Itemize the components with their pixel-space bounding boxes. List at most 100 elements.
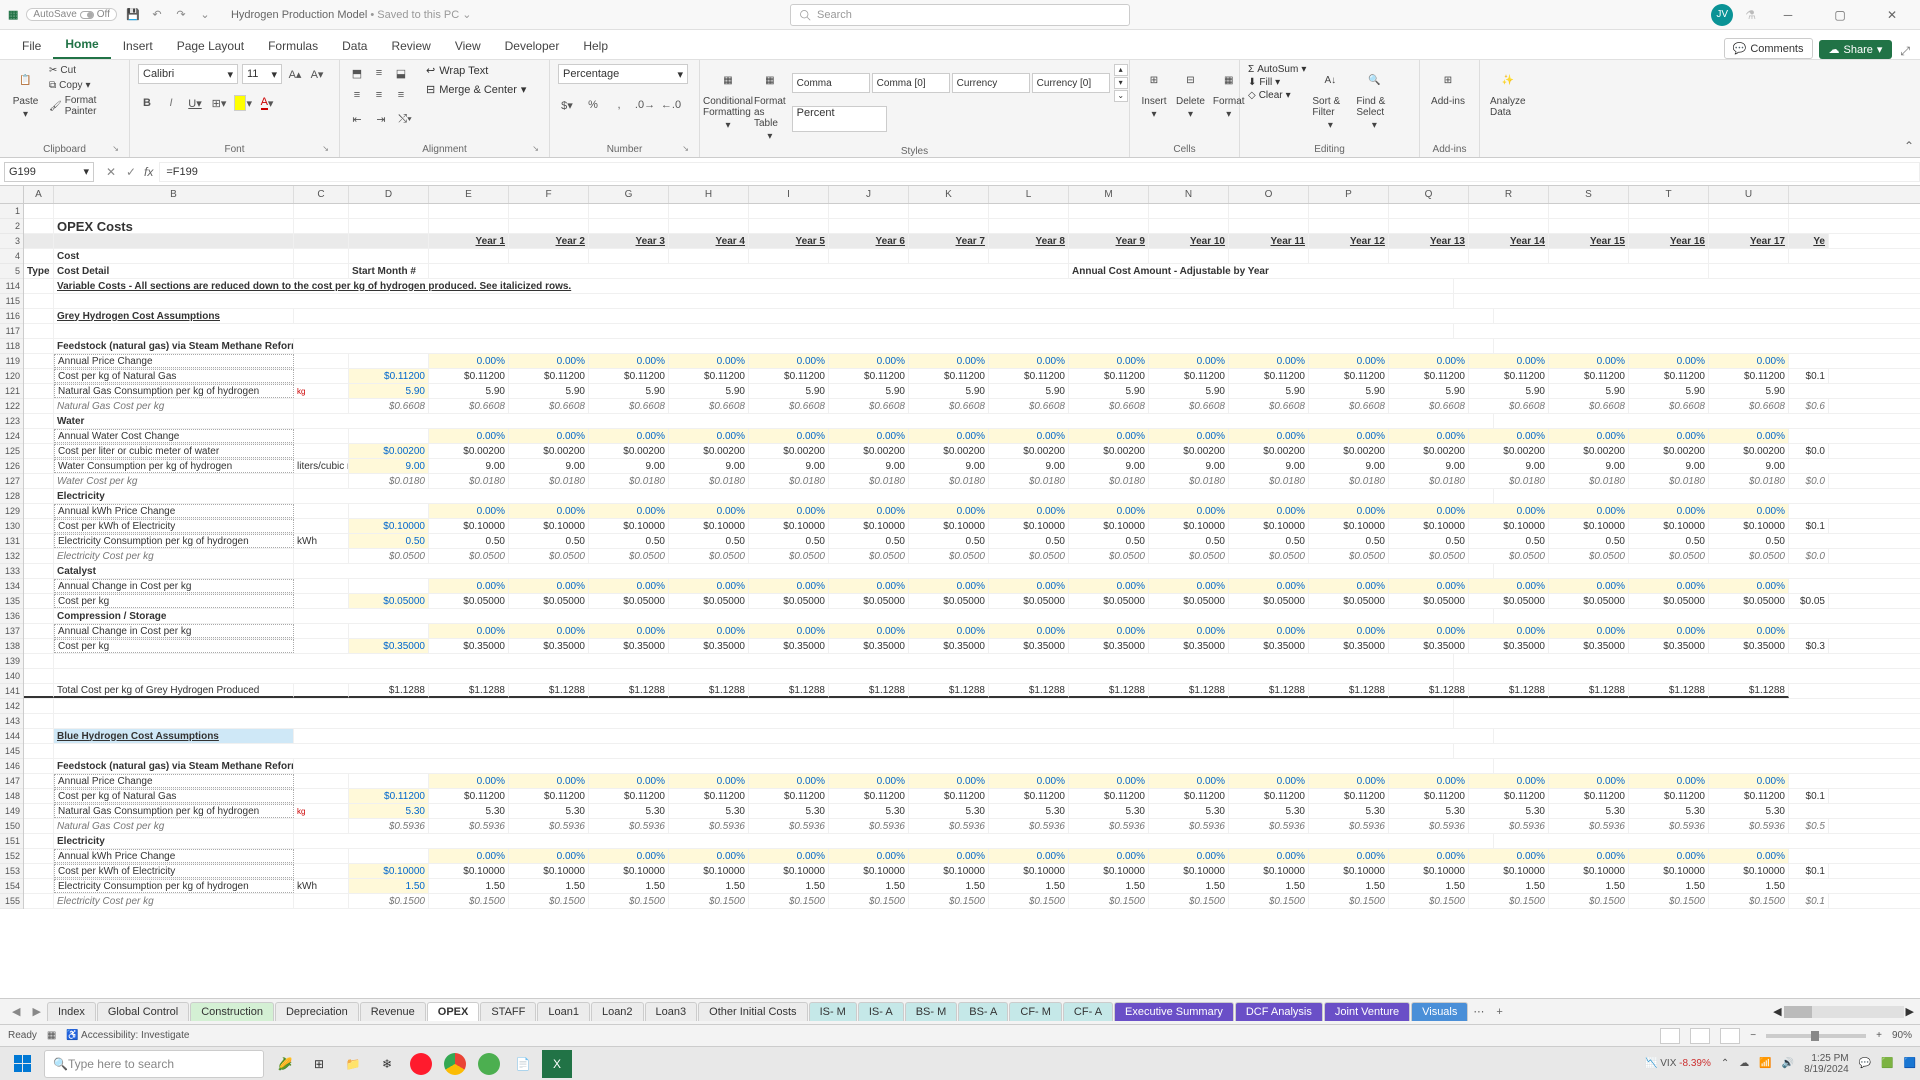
data-cell[interactable]: 0.50 (1309, 534, 1389, 548)
decrease-indent-icon[interactable]: ⇤ (348, 110, 366, 128)
excel-taskbar-icon[interactable]: X (542, 1050, 572, 1078)
data-cell[interactable]: 0.00% (1229, 579, 1309, 593)
input-cell[interactable]: $0.05000 (349, 594, 429, 608)
data-cell[interactable]: $0.0500 (1629, 549, 1709, 563)
cell[interactable] (989, 219, 1069, 233)
row-header-2[interactable]: 2 (0, 219, 23, 234)
font-size-select[interactable]: 11▾ (242, 64, 282, 84)
data-cell[interactable]: $0.6608 (1389, 399, 1469, 413)
cell[interactable] (749, 219, 829, 233)
data-cell[interactable]: 0.00% (1309, 849, 1389, 863)
data-cell[interactable]: $0.10000 (1229, 519, 1309, 533)
row-header-154[interactable]: 154 (0, 879, 23, 894)
cell[interactable] (294, 399, 349, 413)
data-cell[interactable]: $0.1500 (1709, 894, 1789, 908)
data-cell[interactable]: 0.00% (1389, 624, 1469, 638)
data-cell[interactable]: $0.10000 (749, 864, 829, 878)
data-cell[interactable]: $0.5936 (429, 819, 509, 833)
data-cell[interactable]: $0.0180 (429, 474, 509, 488)
unit-kwh[interactable]: kWh (294, 879, 349, 893)
data-cell[interactable]: 0.00% (989, 849, 1069, 863)
cell[interactable] (24, 204, 54, 218)
cost-header[interactable]: Cost (54, 249, 294, 263)
data-cell[interactable]: $0.6608 (589, 399, 669, 413)
bold-button[interactable]: B (138, 94, 156, 112)
data-cell[interactable]: $0.0500 (1389, 549, 1469, 563)
data-cell[interactable]: $0.00200 (1149, 444, 1229, 458)
row-header-133[interactable]: 133 (0, 564, 23, 579)
data-cell[interactable]: 5.30 (749, 804, 829, 818)
data-cell[interactable]: 5.90 (1709, 384, 1789, 398)
data-cell[interactable]: $0.35000 (1389, 639, 1469, 653)
data-cell[interactable]: 0.00% (1389, 579, 1469, 593)
ecost-label[interactable]: Electricity Cost per kg (54, 549, 294, 563)
ngc-cost-label[interactable]: Natural Gas Cost per kg (54, 399, 294, 413)
data-cell[interactable]: 0.50 (989, 534, 1069, 548)
unit-kwh[interactable]: kWh (294, 534, 349, 548)
data-cell[interactable]: 5.90 (749, 384, 829, 398)
data-cell[interactable]: $0.0180 (1549, 474, 1629, 488)
total-cell[interactable]: $1.1288 (349, 684, 429, 698)
cell[interactable] (294, 609, 1494, 623)
row-header-139[interactable]: 139 (0, 654, 23, 669)
number-launcher-icon[interactable]: ↘ (682, 144, 689, 153)
calc-cell[interactable]: $0.1500 (349, 894, 429, 908)
data-cell[interactable]: $1.1288 (1309, 684, 1389, 698)
unit-kg[interactable]: kg (294, 804, 349, 818)
cell[interactable] (24, 399, 54, 413)
data-cell[interactable]: $0.0500 (1149, 549, 1229, 563)
data-cell[interactable]: 1.50 (1309, 879, 1389, 893)
data-cell[interactable]: $0.10000 (509, 864, 589, 878)
data-cell[interactable] (1549, 249, 1629, 263)
data-cell[interactable]: $0.1500 (749, 894, 829, 908)
cpkg-label[interactable]: Cost per kg (54, 594, 294, 608)
cell[interactable]: $0.0 (1789, 444, 1829, 458)
data-cell[interactable]: $0.00200 (509, 444, 589, 458)
detail-header[interactable]: Cost Detail (54, 264, 294, 278)
data-cell[interactable] (909, 249, 989, 263)
input-cell[interactable]: $0.11200 (349, 789, 429, 803)
cell[interactable] (294, 579, 349, 593)
sheet-tab-loan2[interactable]: Loan2 (591, 1002, 644, 1021)
data-cell[interactable]: $0.0180 (909, 474, 989, 488)
col-header-C[interactable]: C (294, 186, 349, 203)
data-cell[interactable]: 0.50 (749, 534, 829, 548)
cell[interactable]: $0.05 (1789, 594, 1829, 608)
sheet-tab-depreciation[interactable]: Depreciation (275, 1002, 359, 1021)
col-header-H[interactable]: H (669, 186, 749, 203)
font-name-select[interactable]: Calibri▾ (138, 64, 238, 84)
tab-developer[interactable]: Developer (493, 33, 572, 59)
row-header-143[interactable]: 143 (0, 714, 23, 729)
zoom-in-icon[interactable]: + (1876, 1030, 1882, 1041)
search-input[interactable]: Search (790, 4, 1130, 26)
format-as-table-button[interactable]: ▦Format as Table▾ (752, 64, 788, 144)
row-header-152[interactable]: 152 (0, 849, 23, 864)
col-header-N[interactable]: N (1149, 186, 1229, 203)
data-cell[interactable]: $0.10000 (1709, 864, 1789, 878)
data-cell[interactable]: 0.00% (1149, 774, 1229, 788)
cell[interactable] (24, 669, 54, 683)
data-cell[interactable]: $0.0180 (1629, 474, 1709, 488)
data-cell[interactable]: $0.11200 (1309, 789, 1389, 803)
data-cell[interactable]: 0.00% (989, 774, 1069, 788)
data-cell[interactable]: $0.0180 (1469, 474, 1549, 488)
cell[interactable] (24, 414, 54, 428)
tab-view[interactable]: View (443, 33, 493, 59)
data-cell[interactable]: $0.10000 (1629, 864, 1709, 878)
year-header[interactable]: Year 12 (1309, 234, 1389, 248)
data-cell[interactable]: 9.00 (589, 459, 669, 473)
cell[interactable]: $0.5 (1789, 819, 1829, 833)
cell[interactable] (829, 204, 909, 218)
data-cell[interactable]: 0.00% (1069, 429, 1149, 443)
data-cell[interactable]: $0.35000 (909, 639, 989, 653)
sheet-tab-staff[interactable]: STAFF (480, 1002, 536, 1021)
ngc-cost2-label[interactable]: Natural Gas Cost per kg (54, 819, 294, 833)
row-header-124[interactable]: 124 (0, 429, 23, 444)
data-cell[interactable]: $0.35000 (669, 639, 749, 653)
cell[interactable] (829, 219, 909, 233)
data-cell[interactable]: 0.00% (429, 579, 509, 593)
data-cell[interactable]: $0.35000 (1629, 639, 1709, 653)
cell[interactable] (1229, 204, 1309, 218)
data-cell[interactable]: 0.00% (829, 579, 909, 593)
data-cell[interactable]: $0.10000 (909, 864, 989, 878)
